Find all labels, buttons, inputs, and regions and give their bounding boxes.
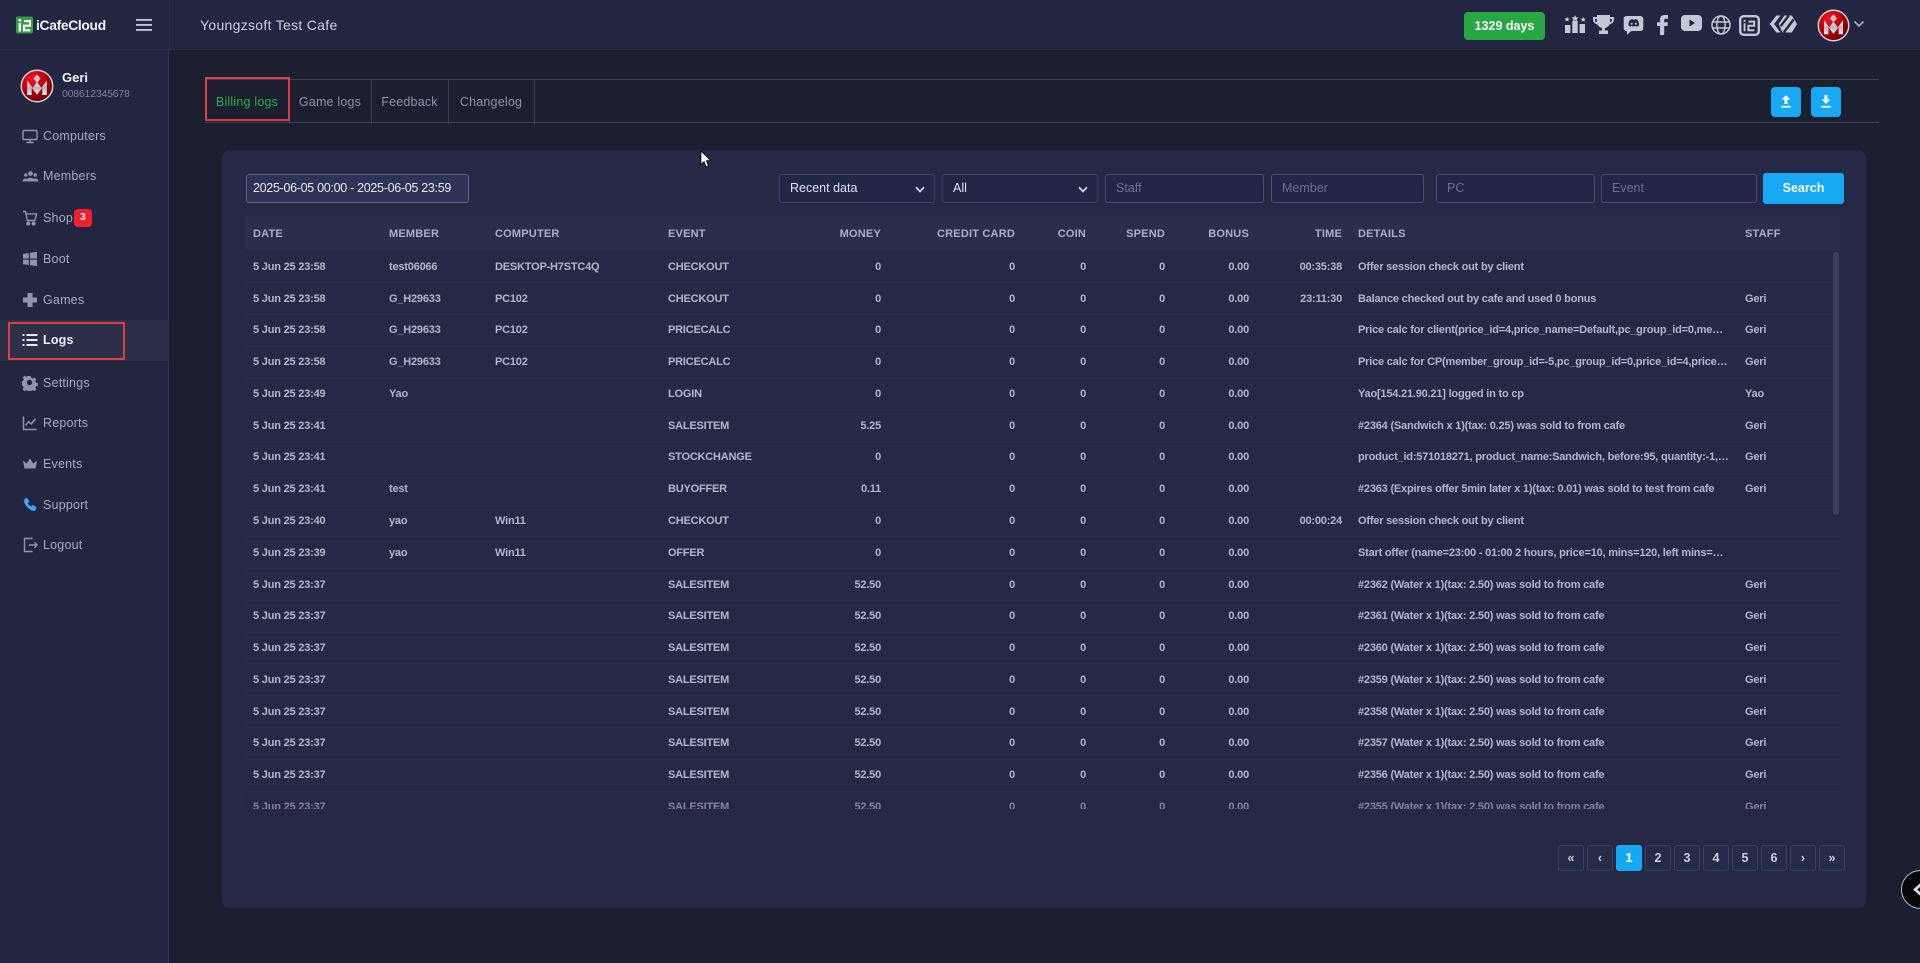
svg-text:iCafeCloud: iCafeCloud (36, 18, 106, 33)
